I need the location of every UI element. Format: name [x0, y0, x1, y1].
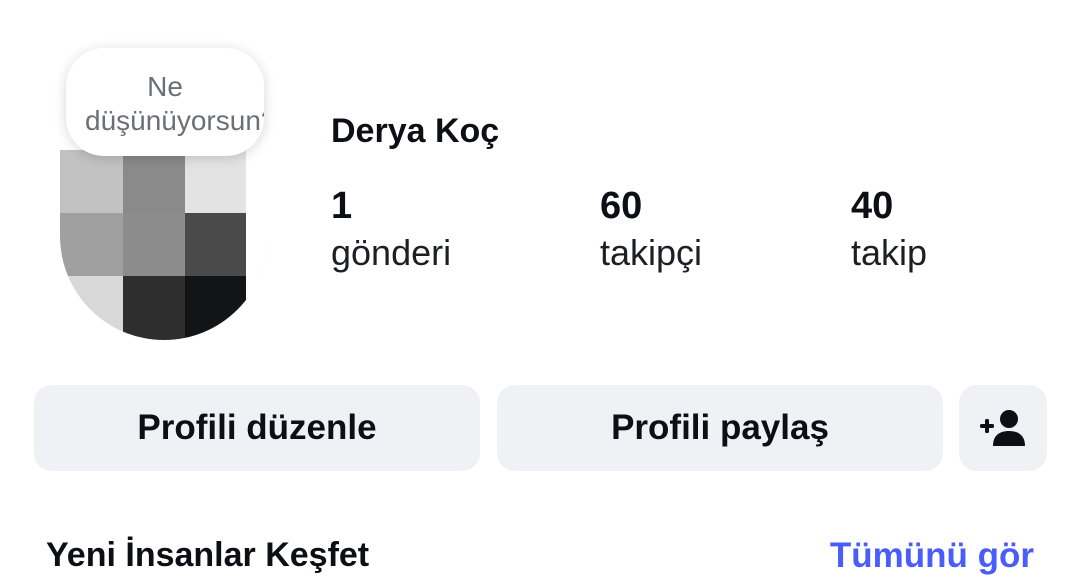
stat-posts[interactable]: 1 gönderi [331, 184, 451, 278]
avatar-block [60, 213, 123, 276]
stat-followers-value: 60 [600, 185, 643, 227]
stat-following-value: 40 [851, 185, 894, 227]
stat-posts-value: 1 [331, 185, 353, 227]
avatar-block [123, 213, 185, 276]
person-add-icon [980, 410, 1025, 446]
avatar-block [185, 213, 248, 276]
avatar-block [123, 276, 185, 340]
avatar-block [60, 276, 123, 340]
stat-posts-label: gönderi [331, 232, 452, 273]
note-bubble[interactable]: Ne düşünüyorsun? [66, 48, 264, 156]
avatar-pixelated-image [60, 150, 248, 340]
stat-followers-label: takipçi [600, 232, 703, 273]
avatar-block [123, 150, 185, 213]
avatar-edge [246, 150, 268, 340]
avatar-block [60, 150, 123, 213]
avatar[interactable] [60, 150, 268, 340]
avatar-block [185, 150, 248, 213]
avatar-block [185, 276, 248, 340]
see-all-link[interactable]: Tümünü gör [830, 536, 1034, 576]
stat-followers[interactable]: 60 takipçi [600, 184, 702, 278]
note-text: Ne düşünüyorsun? [85, 71, 264, 136]
stat-following[interactable]: 40 takip [851, 184, 927, 278]
profile-name: Derya Koç [331, 112, 500, 150]
discover-people-title: Yeni İnsanlar Keşfet [46, 536, 370, 574]
profile-avatar[interactable] [60, 150, 268, 340]
stat-following-label: takip [851, 232, 928, 273]
share-profile-button[interactable]: Profili paylaş [497, 385, 943, 471]
discover-people-button[interactable] [959, 385, 1047, 471]
edit-profile-button[interactable]: Profili düzenle [34, 385, 480, 471]
